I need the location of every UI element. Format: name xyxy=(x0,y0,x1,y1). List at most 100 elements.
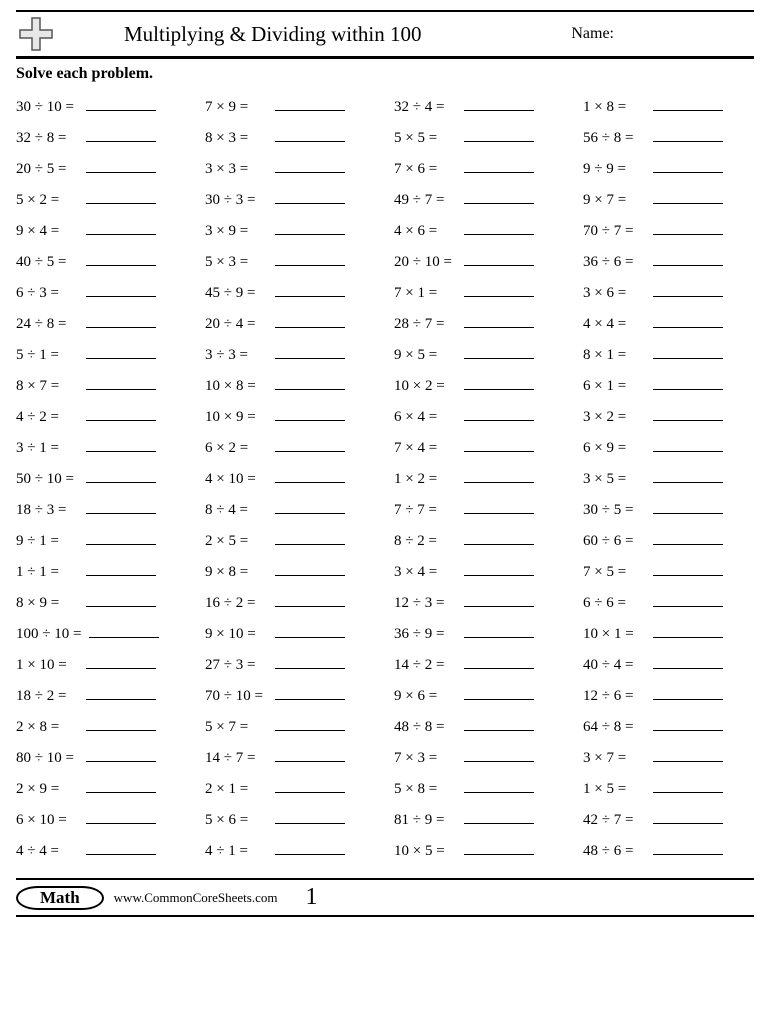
answer-blank[interactable] xyxy=(86,128,156,142)
answer-blank[interactable] xyxy=(464,376,534,390)
answer-blank[interactable] xyxy=(653,593,723,607)
answer-blank[interactable] xyxy=(275,779,345,793)
answer-blank[interactable] xyxy=(275,593,345,607)
answer-blank[interactable] xyxy=(86,159,156,173)
answer-blank[interactable] xyxy=(653,345,723,359)
answer-blank[interactable] xyxy=(464,469,534,483)
answer-blank[interactable] xyxy=(464,655,534,669)
answer-blank[interactable] xyxy=(275,159,345,173)
answer-blank[interactable] xyxy=(86,345,156,359)
answer-blank[interactable] xyxy=(464,221,534,235)
answer-blank[interactable] xyxy=(86,841,156,855)
answer-blank[interactable] xyxy=(653,438,723,452)
answer-blank[interactable] xyxy=(86,469,156,483)
answer-blank[interactable] xyxy=(86,190,156,204)
answer-blank[interactable] xyxy=(653,500,723,514)
answer-blank[interactable] xyxy=(86,686,156,700)
answer-blank[interactable] xyxy=(464,717,534,731)
answer-blank[interactable] xyxy=(653,655,723,669)
answer-blank[interactable] xyxy=(86,252,156,266)
answer-blank[interactable] xyxy=(275,407,345,421)
answer-blank[interactable] xyxy=(464,779,534,793)
answer-blank[interactable] xyxy=(653,159,723,173)
answer-blank[interactable] xyxy=(275,810,345,824)
answer-blank[interactable] xyxy=(275,345,345,359)
answer-blank[interactable] xyxy=(653,810,723,824)
answer-blank[interactable] xyxy=(464,531,534,545)
answer-blank[interactable] xyxy=(86,810,156,824)
answer-blank[interactable] xyxy=(653,97,723,111)
answer-blank[interactable] xyxy=(89,624,159,638)
answer-blank[interactable] xyxy=(86,562,156,576)
answer-blank[interactable] xyxy=(653,624,723,638)
answer-blank[interactable] xyxy=(653,314,723,328)
answer-blank[interactable] xyxy=(275,190,345,204)
answer-blank[interactable] xyxy=(86,717,156,731)
answer-blank[interactable] xyxy=(86,376,156,390)
answer-blank[interactable] xyxy=(464,283,534,297)
answer-blank[interactable] xyxy=(653,841,723,855)
answer-blank[interactable] xyxy=(86,97,156,111)
answer-blank[interactable] xyxy=(653,562,723,576)
answer-blank[interactable] xyxy=(86,500,156,514)
answer-blank[interactable] xyxy=(464,748,534,762)
answer-blank[interactable] xyxy=(275,221,345,235)
answer-blank[interactable] xyxy=(653,190,723,204)
answer-blank[interactable] xyxy=(464,624,534,638)
answer-blank[interactable] xyxy=(275,500,345,514)
answer-blank[interactable] xyxy=(275,717,345,731)
answer-blank[interactable] xyxy=(275,97,345,111)
answer-blank[interactable] xyxy=(464,686,534,700)
answer-blank[interactable] xyxy=(653,221,723,235)
answer-blank[interactable] xyxy=(653,252,723,266)
answer-blank[interactable] xyxy=(275,128,345,142)
answer-blank[interactable] xyxy=(464,593,534,607)
answer-blank[interactable] xyxy=(653,779,723,793)
answer-blank[interactable] xyxy=(275,531,345,545)
answer-blank[interactable] xyxy=(275,686,345,700)
answer-blank[interactable] xyxy=(275,841,345,855)
answer-blank[interactable] xyxy=(464,190,534,204)
answer-blank[interactable] xyxy=(464,314,534,328)
answer-blank[interactable] xyxy=(86,221,156,235)
answer-blank[interactable] xyxy=(275,469,345,483)
answer-blank[interactable] xyxy=(275,748,345,762)
answer-blank[interactable] xyxy=(86,314,156,328)
answer-blank[interactable] xyxy=(653,469,723,483)
answer-blank[interactable] xyxy=(86,438,156,452)
answer-blank[interactable] xyxy=(86,779,156,793)
answer-blank[interactable] xyxy=(653,376,723,390)
answer-blank[interactable] xyxy=(464,159,534,173)
answer-blank[interactable] xyxy=(653,407,723,421)
answer-blank[interactable] xyxy=(86,748,156,762)
answer-blank[interactable] xyxy=(653,686,723,700)
answer-blank[interactable] xyxy=(275,376,345,390)
answer-blank[interactable] xyxy=(464,128,534,142)
answer-blank[interactable] xyxy=(653,717,723,731)
answer-blank[interactable] xyxy=(653,283,723,297)
answer-blank[interactable] xyxy=(464,500,534,514)
answer-blank[interactable] xyxy=(464,97,534,111)
answer-blank[interactable] xyxy=(464,407,534,421)
answer-blank[interactable] xyxy=(275,655,345,669)
answer-blank[interactable] xyxy=(275,314,345,328)
answer-blank[interactable] xyxy=(464,810,534,824)
answer-blank[interactable] xyxy=(86,531,156,545)
answer-blank[interactable] xyxy=(653,531,723,545)
answer-blank[interactable] xyxy=(653,748,723,762)
answer-blank[interactable] xyxy=(464,562,534,576)
answer-blank[interactable] xyxy=(86,407,156,421)
answer-blank[interactable] xyxy=(464,841,534,855)
answer-blank[interactable] xyxy=(464,345,534,359)
answer-blank[interactable] xyxy=(275,624,345,638)
answer-blank[interactable] xyxy=(275,252,345,266)
answer-blank[interactable] xyxy=(464,252,534,266)
answer-blank[interactable] xyxy=(86,655,156,669)
answer-blank[interactable] xyxy=(275,283,345,297)
answer-blank[interactable] xyxy=(86,283,156,297)
answer-blank[interactable] xyxy=(275,438,345,452)
answer-blank[interactable] xyxy=(653,128,723,142)
answer-blank[interactable] xyxy=(86,593,156,607)
answer-blank[interactable] xyxy=(275,562,345,576)
answer-blank[interactable] xyxy=(464,438,534,452)
